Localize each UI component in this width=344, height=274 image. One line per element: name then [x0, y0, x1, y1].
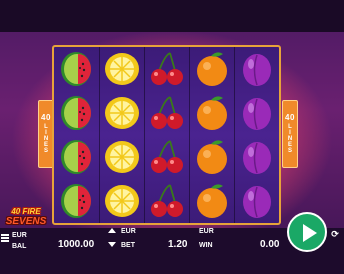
orange-icon	[189, 47, 234, 91]
balance-value: 1000.00	[58, 239, 95, 250]
bet-label: BET	[121, 242, 135, 249]
bet-value: 1.20	[168, 239, 188, 250]
lemon-icon	[99, 135, 144, 179]
plum-icon	[234, 91, 279, 135]
lemon-icon	[99, 179, 144, 223]
cherry-icon	[144, 91, 189, 135]
lemon-icon	[99, 47, 144, 91]
win-value: 0.00	[260, 239, 280, 250]
lines-count: 40	[285, 113, 295, 122]
reel-5	[234, 47, 279, 223]
reel-2	[99, 47, 145, 223]
bet-increase-icon[interactable]	[108, 228, 116, 233]
menu-icon[interactable]	[1, 234, 9, 242]
balance-label: BAL	[12, 243, 27, 250]
game-logo: 40 FIRE SEVENS	[2, 207, 50, 229]
watermelon-icon	[54, 135, 99, 179]
cherry-icon	[144, 179, 189, 223]
logo-line2: SEVENS	[5, 216, 47, 227]
spin-button[interactable]	[287, 212, 327, 252]
autoplay-icon[interactable]: ⟳	[329, 228, 341, 240]
lines-word: LINES	[43, 124, 49, 154]
watermelon-icon	[54, 179, 99, 223]
reel-3	[144, 47, 190, 223]
bet-decrease-icon[interactable]	[108, 242, 116, 247]
top-bar	[0, 0, 344, 32]
lemon-icon	[99, 91, 144, 135]
balance-currency: EUR	[12, 232, 27, 239]
orange-icon	[189, 179, 234, 223]
cherry-icon	[144, 135, 189, 179]
win-label: WIN	[199, 242, 213, 249]
plum-icon	[234, 47, 279, 91]
cherry-icon	[144, 47, 189, 91]
win-currency: EUR	[199, 228, 214, 235]
watermelon-icon	[54, 47, 99, 91]
lines-badge-right: 40 LINES	[282, 100, 298, 168]
reel-4	[189, 47, 235, 223]
lines-word: LINES	[287, 124, 293, 154]
bet-currency: EUR	[121, 228, 136, 235]
plum-icon	[234, 135, 279, 179]
watermelon-icon	[54, 91, 99, 135]
orange-icon	[189, 135, 234, 179]
lines-count: 40	[41, 113, 51, 122]
plum-icon	[234, 179, 279, 223]
reels-frame	[52, 45, 281, 225]
reel-1	[54, 47, 100, 223]
orange-icon	[189, 91, 234, 135]
